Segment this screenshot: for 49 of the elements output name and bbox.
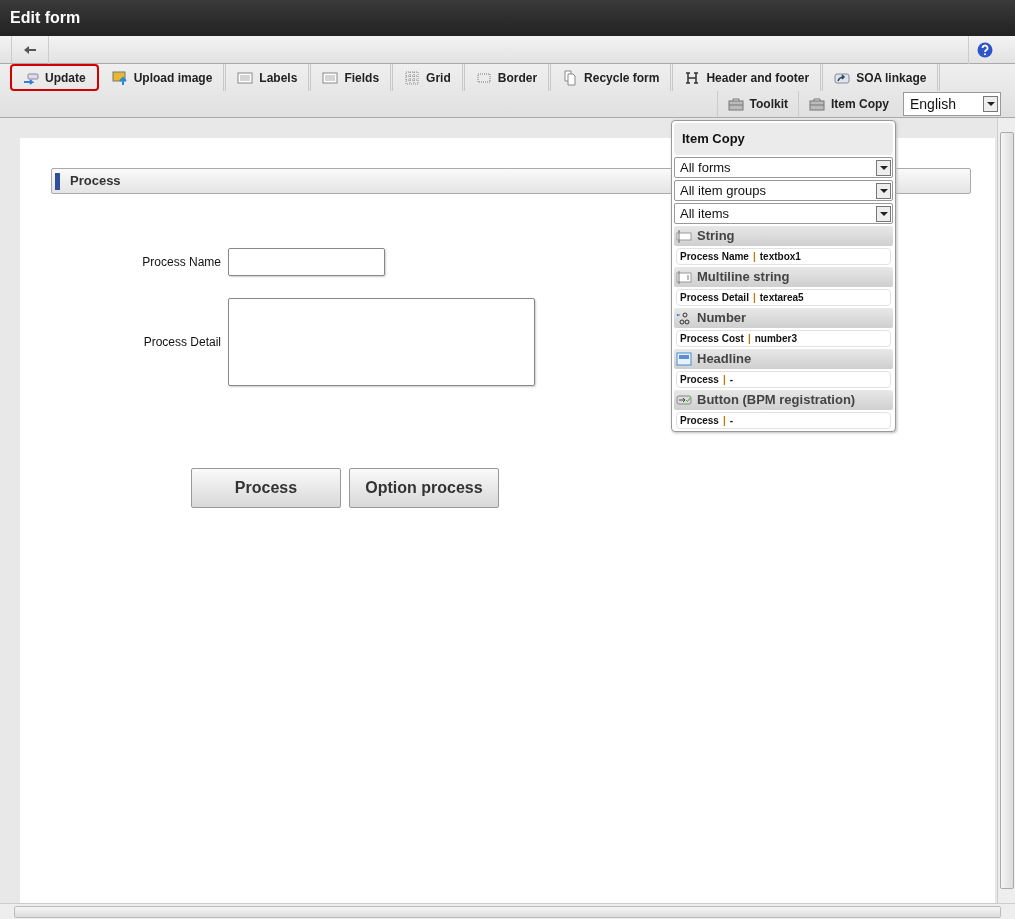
copy-item[interactable]: Process Cost | number3 bbox=[676, 330, 891, 347]
toolbar-tab[interactable]: Fields bbox=[311, 64, 394, 92]
form-button[interactable]: Process bbox=[191, 468, 341, 508]
letter-h-icon bbox=[684, 69, 701, 86]
copy-item[interactable]: Process Name | textbox1 bbox=[676, 248, 891, 265]
headline-icon bbox=[676, 351, 692, 367]
window-title: Edit form bbox=[10, 8, 81, 28]
item-group-header[interactable]: String bbox=[674, 226, 893, 246]
copy-item[interactable]: Process | - bbox=[676, 412, 891, 429]
text-field-icon bbox=[676, 228, 692, 244]
textarea-field[interactable] bbox=[228, 298, 535, 386]
filter-select[interactable]: All items bbox=[674, 203, 893, 224]
decimal-icon bbox=[676, 310, 692, 326]
toolbar-tab[interactable]: Labels bbox=[226, 64, 312, 92]
panel-title: Item Copy bbox=[682, 130, 745, 149]
image-upload-icon bbox=[111, 69, 128, 86]
toolbar-tab[interactable]: Grid bbox=[393, 64, 465, 92]
item-group-header[interactable]: Multiline string bbox=[674, 267, 893, 287]
documents-icon bbox=[562, 69, 579, 86]
section-title: Process bbox=[70, 172, 121, 191]
help-icon bbox=[976, 41, 993, 58]
copy-item[interactable]: Process Detail | textarea5 bbox=[676, 289, 891, 306]
toolbar-tab[interactable]: Header and footer bbox=[673, 64, 824, 92]
toolbar-tab[interactable]: Update bbox=[10, 64, 99, 92]
copy-item[interactable]: Process | - bbox=[676, 371, 891, 388]
button-icon bbox=[676, 392, 692, 408]
list-icon bbox=[322, 69, 339, 86]
field-label: Process Detail bbox=[142, 334, 221, 351]
text-area-icon bbox=[676, 269, 692, 285]
filter-select[interactable]: All forms bbox=[674, 157, 893, 178]
item-group-header[interactable]: Headline bbox=[674, 349, 893, 369]
back-button[interactable] bbox=[11, 35, 49, 64]
accent-bar bbox=[55, 172, 60, 190]
text-field[interactable] bbox=[228, 248, 385, 276]
language-select[interactable]: English bbox=[903, 92, 1001, 116]
filter-select[interactable]: All item groups bbox=[674, 180, 893, 201]
list-icon bbox=[237, 69, 254, 86]
tool-button[interactable]: Item Copy bbox=[798, 91, 899, 117]
toolbar-tab[interactable]: Border bbox=[464, 64, 552, 92]
form-button[interactable]: Option process bbox=[349, 468, 499, 508]
tool-button[interactable]: Toolkit bbox=[716, 91, 798, 117]
toolbar-tab[interactable]: Upload image bbox=[100, 64, 227, 92]
toolbar-tab[interactable]: Recycle form bbox=[551, 64, 674, 92]
toolbox-icon bbox=[727, 96, 744, 113]
grid-icon bbox=[404, 69, 421, 86]
field-label: Process Name bbox=[141, 254, 221, 271]
item-group-header[interactable]: Number bbox=[674, 308, 893, 328]
item-group-header[interactable]: Button (BPM registration) bbox=[674, 390, 893, 410]
toolbox-icon bbox=[809, 96, 825, 113]
